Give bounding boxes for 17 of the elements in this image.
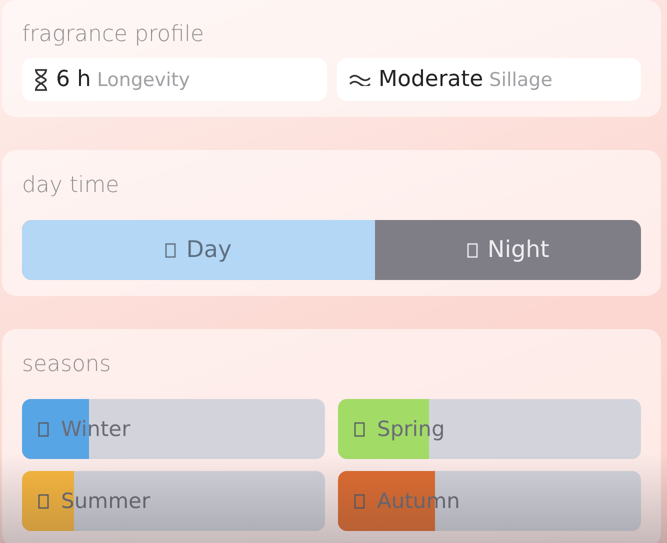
hourglass-icon (34, 68, 48, 90)
glyph-box-icon (38, 422, 49, 436)
stat-value: 6 h (56, 67, 91, 92)
stat-label: Sillage (489, 68, 552, 90)
section-title: day time (22, 173, 120, 199)
segment-label: Night (488, 237, 550, 263)
glyph-box-icon (354, 494, 365, 508)
waves-icon (348, 74, 370, 86)
glyph-box-icon (165, 242, 176, 258)
segment-label: Day (186, 237, 232, 263)
stat-label: Longevity (96, 68, 190, 90)
section-title: fragrance profile (22, 22, 206, 48)
section-title: seasons (22, 352, 112, 378)
glyph-box-icon (38, 494, 49, 508)
glyph-box-icon (466, 242, 478, 258)
stat-value: Moderate (378, 67, 484, 92)
glyph-box-icon (354, 422, 365, 436)
